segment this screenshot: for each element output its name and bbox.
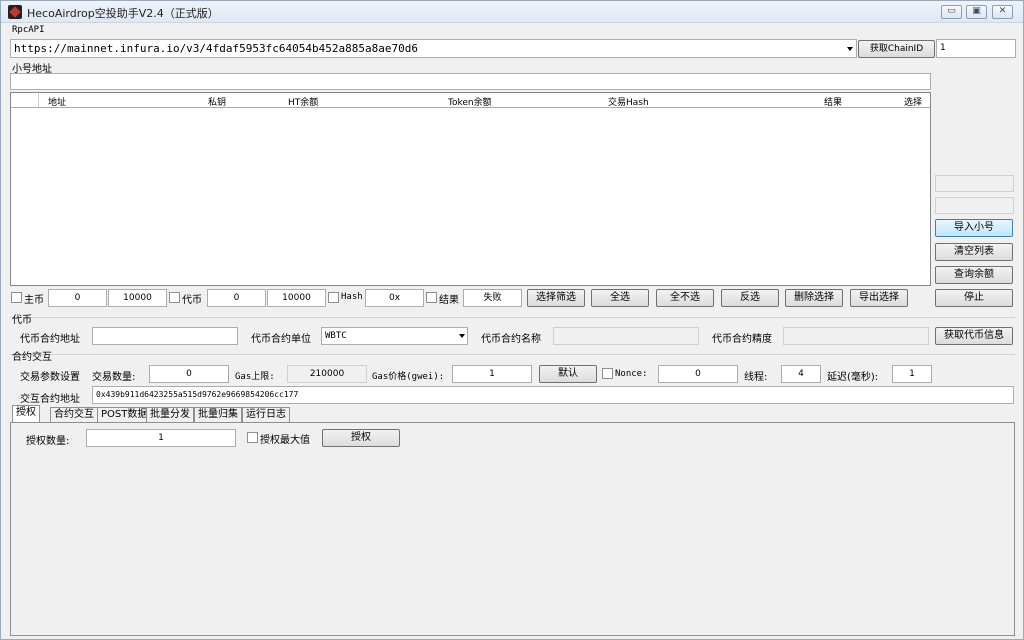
chevron-down-icon[interactable]: [847, 47, 853, 51]
interact-address-input[interactable]: 0x439b911d6423255a515d9762e9669854206cc1…: [92, 386, 1014, 404]
token-unit-value: WBTC: [325, 331, 347, 341]
column-header-select[interactable]: 选择: [904, 95, 922, 108]
column-header-token-balance[interactable]: Token余额: [448, 95, 492, 108]
query-balance-button[interactable]: 查询余额: [935, 266, 1013, 284]
contract-section-divider: [10, 354, 1015, 355]
approve-button[interactable]: 授权: [322, 429, 400, 447]
gas-limit-field: 210000: [287, 365, 367, 383]
result-label: 结果: [439, 295, 459, 306]
token-section-label: 代币: [12, 315, 32, 326]
chain-id-field[interactable]: 1: [936, 39, 1016, 58]
delete-selected-button[interactable]: 删除选择: [785, 289, 843, 307]
contract-section-label: 合约交互: [12, 352, 52, 363]
app-logo-icon: [8, 5, 22, 19]
tx-qty-input[interactable]: 0: [149, 365, 229, 383]
delay-input[interactable]: 1: [892, 365, 932, 383]
token-name-field: [553, 327, 699, 345]
column-header-tx-hash[interactable]: 交易Hash: [608, 95, 649, 108]
token-precision-label: 代币合约精度: [712, 334, 772, 345]
title-bar: HecoAirdrop空投助手V2.4（正式版） ▭ ▣ ✕: [1, 1, 1023, 23]
rpc-label: RpcAPI: [12, 25, 45, 35]
token-unit-select[interactable]: WBTC: [321, 327, 468, 345]
select-none-button[interactable]: 全不选: [656, 289, 714, 307]
column-header-address[interactable]: 地址: [48, 95, 66, 108]
token-section-divider: [10, 317, 1015, 318]
get-chainid-button[interactable]: 获取ChainID: [858, 40, 935, 58]
accounts-table[interactable]: 地址 私钥 HT余额 Token余额 交易Hash 结果 选择: [10, 92, 931, 286]
get-token-info-button[interactable]: 获取代币信息: [935, 327, 1013, 345]
rpc-url-select[interactable]: https://mainnet.infura.io/v3/4fdaf5953fc…: [10, 39, 857, 58]
close-button[interactable]: ✕: [992, 5, 1013, 19]
token-address-label: 代币合约地址: [20, 334, 80, 345]
gas-price-input[interactable]: 1: [452, 365, 532, 383]
interact-address-label: 交互合约地址: [20, 394, 80, 405]
stop-button[interactable]: 停止: [935, 289, 1013, 307]
threads-label: 线程:: [744, 372, 768, 383]
token-max-input[interactable]: 10000: [267, 289, 326, 307]
clear-list-button[interactable]: 清空列表: [935, 243, 1013, 261]
import-accounts-button[interactable]: 导入小号: [935, 219, 1013, 237]
tab-post-data[interactable]: POST数据: [97, 407, 152, 423]
approve-qty-label: 授权数量:: [26, 436, 70, 447]
nonce-label: Nonce:: [615, 369, 648, 379]
rpc-url-value: https://mainnet.infura.io/v3/4fdaf5953fc…: [14, 42, 418, 55]
hash-filter-input[interactable]: 0x: [365, 289, 424, 307]
gas-price-label: Gas价格(gwei):: [372, 372, 445, 382]
approve-tab-panel: 授权数量: 1 授权最大值 授权: [10, 422, 1015, 636]
main-coin-min-input[interactable]: 0: [48, 289, 107, 307]
main-coin-max-input[interactable]: 10000: [108, 289, 167, 307]
nonce-input[interactable]: 0: [658, 365, 738, 383]
tab-batch-distribute[interactable]: 批量分发: [146, 407, 194, 423]
window-title: HecoAirdrop空投助手V2.4（正式版）: [27, 7, 219, 20]
token-min-input[interactable]: 0: [207, 289, 266, 307]
status-field-2: [935, 197, 1014, 214]
maximize-button[interactable]: ▣: [966, 5, 987, 19]
account-address-input[interactable]: [10, 73, 931, 90]
column-header-private-key[interactable]: 私钥: [208, 95, 226, 108]
tx-params-label: 交易参数设置: [20, 372, 80, 383]
hash-label: Hash: [341, 292, 363, 302]
minimize-button[interactable]: ▭: [941, 5, 962, 19]
default-gas-button[interactable]: 默认: [539, 365, 597, 383]
hash-checkbox[interactable]: [328, 292, 339, 303]
tab-contract-interaction[interactable]: 合约交互: [50, 407, 98, 423]
main-window: HecoAirdrop空投助手V2.4（正式版） ▭ ▣ ✕ RpcAPI ht…: [0, 0, 1024, 640]
result-checkbox[interactable]: [426, 292, 437, 303]
main-coin-label: 主币: [24, 295, 44, 306]
status-field-1: [935, 175, 1014, 192]
tab-run-log[interactable]: 运行日志: [242, 407, 290, 423]
token-checkbox[interactable]: [169, 292, 180, 303]
invert-selection-button[interactable]: 反选: [721, 289, 779, 307]
export-selected-button[interactable]: 导出选择: [850, 289, 908, 307]
approve-max-checkbox[interactable]: [247, 432, 258, 443]
threads-input[interactable]: 4: [781, 365, 821, 383]
column-divider: [38, 93, 39, 107]
token-unit-label: 代币合约单位: [251, 334, 311, 345]
main-coin-checkbox[interactable]: [11, 292, 22, 303]
result-filter-input[interactable]: 失败: [463, 289, 522, 307]
column-header-ht-balance[interactable]: HT余额: [288, 95, 318, 108]
tab-batch-collect[interactable]: 批量归集: [194, 407, 242, 423]
table-header: 地址 私钥 HT余额 Token余额 交易Hash 结果 选择: [11, 93, 930, 108]
tx-qty-label: 交易数量:: [92, 372, 136, 383]
column-header-result[interactable]: 结果: [824, 95, 842, 108]
filter-select-button[interactable]: 选择筛选: [527, 289, 585, 307]
token-filter-label: 代币: [182, 295, 202, 306]
chevron-down-icon[interactable]: [459, 334, 465, 338]
gas-limit-label: Gas上限:: [235, 372, 275, 382]
token-name-label: 代币合约名称: [481, 334, 541, 345]
token-address-input[interactable]: [92, 327, 238, 345]
token-precision-field: [783, 327, 929, 345]
select-all-button[interactable]: 全选: [591, 289, 649, 307]
approve-qty-input[interactable]: 1: [86, 429, 236, 447]
delay-label: 延迟(毫秒):: [827, 372, 879, 383]
nonce-checkbox[interactable]: [602, 368, 613, 379]
approve-max-label: 授权最大值: [260, 435, 310, 446]
